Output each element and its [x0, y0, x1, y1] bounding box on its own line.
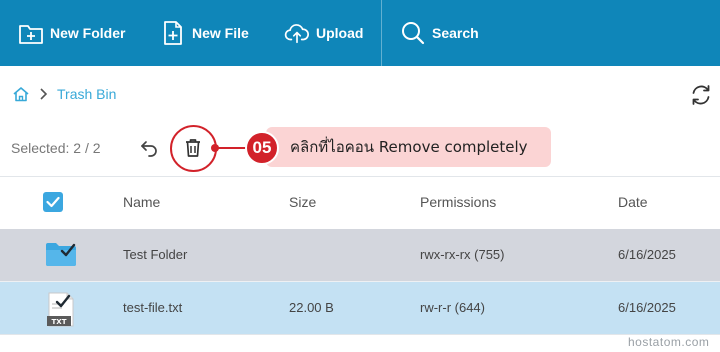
- table-row[interactable]: TXT test-file.txt 22.00 B rw-r-r (644) 6…: [0, 282, 720, 334]
- upload-label: Upload: [316, 25, 364, 41]
- new-folder-label: New Folder: [50, 25, 126, 41]
- row-name: test-file.txt: [123, 300, 183, 315]
- chevron-right-icon: [38, 87, 48, 101]
- refresh-icon[interactable]: [689, 83, 713, 107]
- search-label: Search: [432, 25, 479, 41]
- column-header-size[interactable]: Size: [289, 194, 316, 210]
- highlight-ring: [170, 125, 217, 172]
- row-permissions: rwx-rx-rx (755): [420, 247, 505, 262]
- breadcrumb-current[interactable]: Trash Bin: [57, 86, 116, 102]
- breadcrumb: Trash Bin: [12, 84, 116, 104]
- search-button[interactable]: Search: [382, 0, 479, 66]
- folder-plus-icon: [18, 20, 44, 46]
- row-size: 22.00 B: [289, 300, 334, 315]
- column-header-name[interactable]: Name: [123, 194, 160, 210]
- callout-connector: [217, 147, 247, 149]
- row-permissions: rw-r-r (644): [420, 300, 485, 315]
- search-icon: [400, 20, 426, 46]
- column-header-date[interactable]: Date: [618, 194, 648, 210]
- new-folder-button[interactable]: New Folder: [0, 0, 125, 66]
- new-file-button[interactable]: New File: [142, 0, 249, 66]
- home-icon[interactable]: [12, 85, 30, 103]
- folder-check-icon: [45, 239, 77, 273]
- table-row[interactable]: Test Folder rwx-rx-rx (755) 6/16/2025: [0, 229, 720, 281]
- new-file-label: New File: [192, 25, 249, 41]
- svg-text:TXT: TXT: [52, 318, 67, 326]
- txt-file-check-icon: TXT: [45, 292, 77, 327]
- restore-icon[interactable]: [139, 137, 161, 159]
- row-date: 6/16/2025: [618, 300, 676, 315]
- callout-dot: [211, 144, 219, 152]
- toolbar: New Folder New File Upload Search: [0, 0, 720, 66]
- row-name: Test Folder: [123, 247, 188, 262]
- upload-button[interactable]: Upload: [266, 0, 363, 66]
- instruction-callout: คลิกที่ไอคอน Remove completely: [266, 127, 551, 167]
- checkmark-icon: [46, 196, 60, 208]
- table-header: Name Size Permissions Date: [0, 177, 720, 229]
- watermark: hostatom.com: [628, 335, 710, 349]
- callout-text: คลิกที่ไอคอน Remove completely: [290, 138, 528, 156]
- step-badge: 05: [245, 131, 279, 165]
- table-bottom-border: [0, 334, 720, 335]
- column-header-permissions[interactable]: Permissions: [420, 194, 496, 210]
- selection-count: Selected: 2 / 2: [11, 140, 101, 156]
- select-all-checkbox[interactable]: [43, 192, 63, 212]
- file-plus-icon: [160, 20, 186, 46]
- row-date: 6/16/2025: [618, 247, 676, 262]
- cloud-upload-icon: [284, 20, 310, 46]
